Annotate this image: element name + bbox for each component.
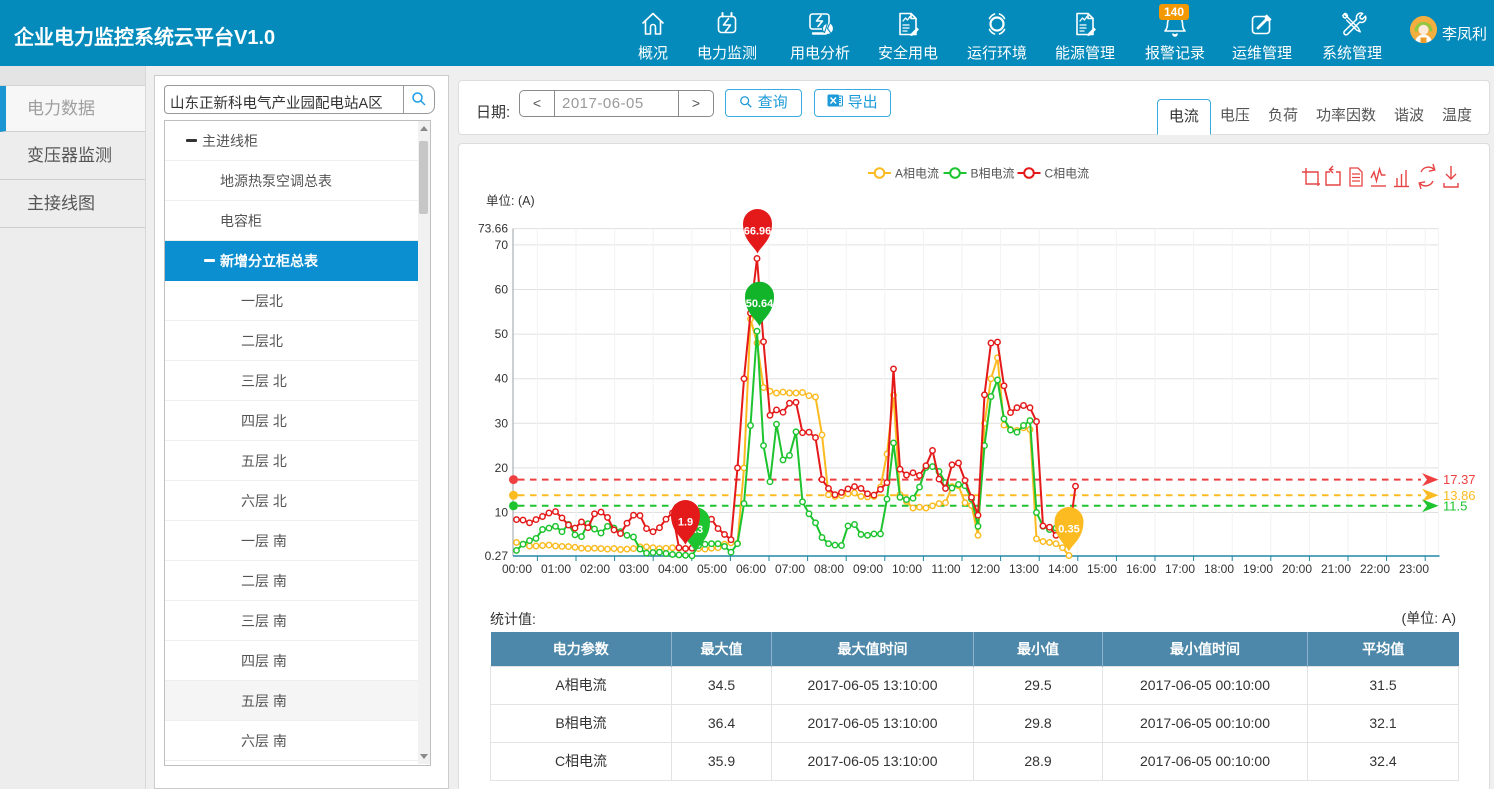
- svg-text:20: 20: [495, 461, 509, 475]
- svg-text:14:00: 14:00: [1048, 562, 1078, 576]
- svg-text:21:00: 21:00: [1321, 562, 1351, 576]
- svg-text:17:00: 17:00: [1165, 562, 1195, 576]
- svg-text:04:00: 04:00: [658, 562, 688, 576]
- svg-text:50: 50: [495, 327, 509, 341]
- svg-text:1.9: 1.9: [678, 517, 693, 529]
- svg-text:60: 60: [495, 283, 509, 297]
- svg-text:12:00: 12:00: [970, 562, 1000, 576]
- svg-text:66.96: 66.96: [744, 226, 772, 238]
- svg-text:13:00: 13:00: [1009, 562, 1039, 576]
- svg-text:23:00: 23:00: [1399, 562, 1429, 576]
- svg-text:0.35: 0.35: [1058, 524, 1079, 536]
- svg-text:05:00: 05:00: [697, 562, 727, 576]
- svg-text:10:00: 10:00: [892, 562, 922, 576]
- svg-text:07:00: 07:00: [775, 562, 805, 576]
- svg-text:单位: (A): 单位: (A): [486, 193, 535, 208]
- svg-text:16:00: 16:00: [1126, 562, 1156, 576]
- svg-text:03:00: 03:00: [619, 562, 649, 576]
- svg-text:30: 30: [495, 416, 509, 430]
- svg-text:02:00: 02:00: [580, 562, 610, 576]
- svg-text:00:00: 00:00: [502, 562, 532, 576]
- svg-text:18:00: 18:00: [1204, 562, 1234, 576]
- svg-text:40: 40: [495, 372, 509, 386]
- svg-text:20:00: 20:00: [1282, 562, 1312, 576]
- svg-text:19:00: 19:00: [1243, 562, 1273, 576]
- svg-text:09:00: 09:00: [853, 562, 883, 576]
- svg-text:73.66: 73.66: [478, 222, 508, 236]
- svg-text:11:00: 11:00: [931, 562, 960, 576]
- svg-text:17.37: 17.37: [1443, 472, 1476, 487]
- svg-text:06:00: 06:00: [736, 562, 766, 576]
- svg-text:11.5: 11.5: [1443, 498, 1467, 513]
- svg-text:A相电流: A相电流: [895, 167, 939, 181]
- svg-text:08:00: 08:00: [814, 562, 844, 576]
- svg-text:C相电流: C相电流: [1045, 167, 1090, 181]
- svg-text:70: 70: [495, 238, 509, 252]
- svg-text:10: 10: [495, 506, 509, 520]
- svg-text:22:00: 22:00: [1360, 562, 1390, 576]
- svg-text:0.27: 0.27: [485, 549, 509, 563]
- svg-text:B相电流: B相电流: [971, 167, 1015, 181]
- svg-text:15:00: 15:00: [1087, 562, 1117, 576]
- svg-text:50.64: 50.64: [746, 298, 774, 310]
- svg-text:01:00: 01:00: [541, 562, 571, 576]
